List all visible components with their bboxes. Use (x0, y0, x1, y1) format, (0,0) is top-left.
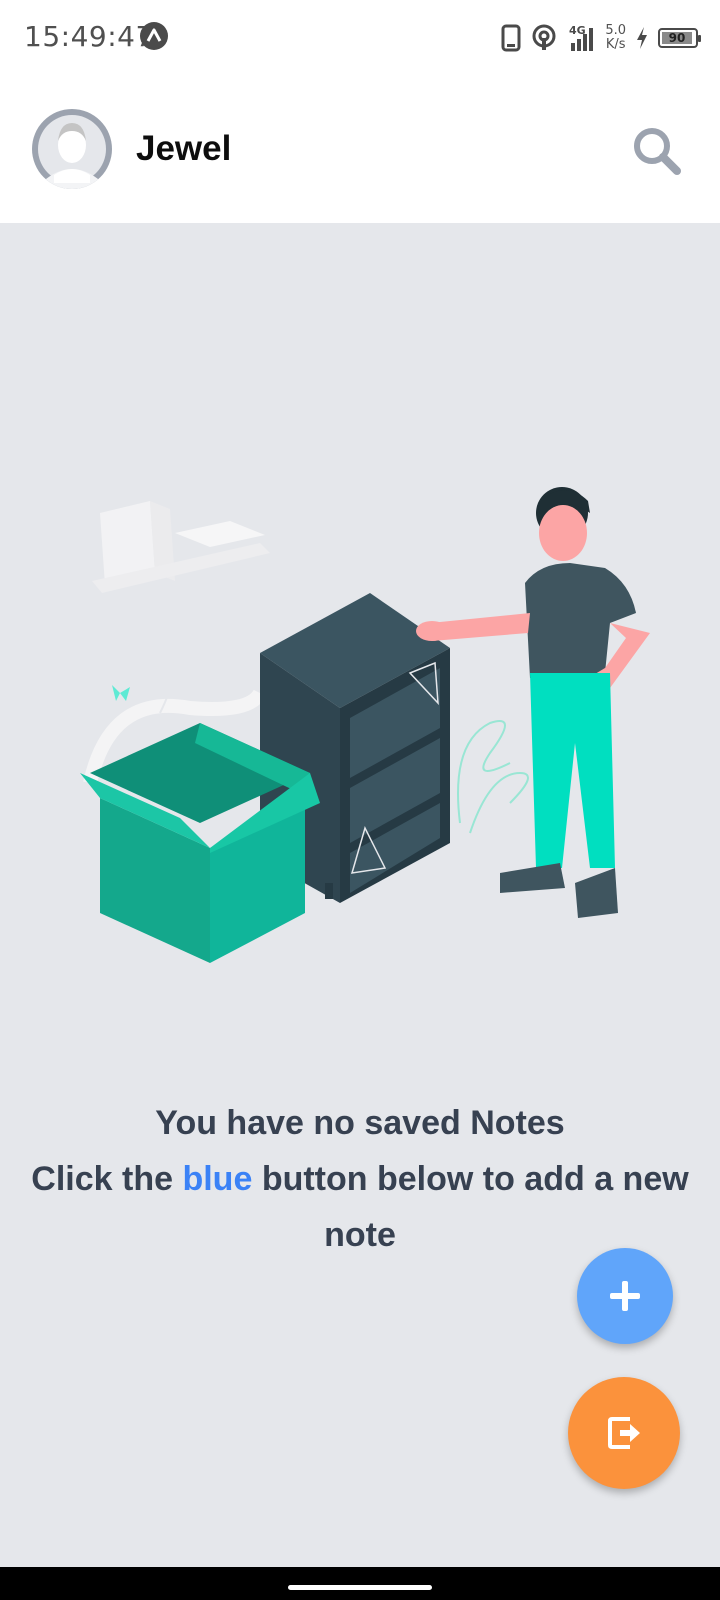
system-nav-bar (0, 1567, 720, 1600)
empty-notes-illustration (80, 487, 650, 963)
user-name: Jewel (136, 129, 232, 168)
empty-state-message: You have no saved Notes Click the blue b… (20, 1095, 700, 1263)
hint-highlight: blue (182, 1160, 253, 1198)
charging-icon (637, 27, 647, 49)
empty-state-hint: Click the blue button below to add a new… (20, 1151, 700, 1263)
status-time: 15:49:47 (24, 20, 154, 53)
phone-icon (501, 24, 521, 52)
logout-icon (608, 1417, 640, 1449)
notes-list-area: You have no saved Notes Click the blue b… (0, 223, 720, 1567)
logout-button[interactable] (568, 1377, 680, 1489)
butterfly-decoration (112, 685, 130, 701)
battery-icon: 90 (658, 28, 701, 48)
person-illustration (416, 487, 650, 918)
search-icon[interactable] (630, 124, 684, 178)
user-silhouette-icon (38, 115, 106, 189)
empty-state-title: You have no saved Notes (155, 1104, 565, 1142)
net-speed-value: 5.0 (605, 23, 626, 38)
hint-text-after: button below to add a new note (252, 1160, 689, 1254)
hint-text-before: Click the (31, 1160, 183, 1198)
status-icons: 4G 5.0 K/s 90 (501, 20, 701, 56)
faded-shelf-illustration (92, 501, 270, 593)
add-note-button[interactable] (577, 1248, 673, 1344)
battery-level: 90 (662, 32, 692, 44)
net-speed-unit: K/s (605, 37, 626, 52)
app-notification-icon (140, 22, 168, 50)
hotspot-icon (532, 24, 556, 50)
signal-icon: 4G (569, 24, 594, 51)
net-speed: 5.0 K/s (605, 24, 626, 52)
home-indicator[interactable] (288, 1585, 432, 1590)
app-header: Jewel (0, 76, 720, 223)
status-bar: 15:49:47 4G 5.0 K/s 90 (0, 0, 720, 76)
plus-icon (610, 1281, 640, 1311)
avatar[interactable] (32, 109, 112, 189)
